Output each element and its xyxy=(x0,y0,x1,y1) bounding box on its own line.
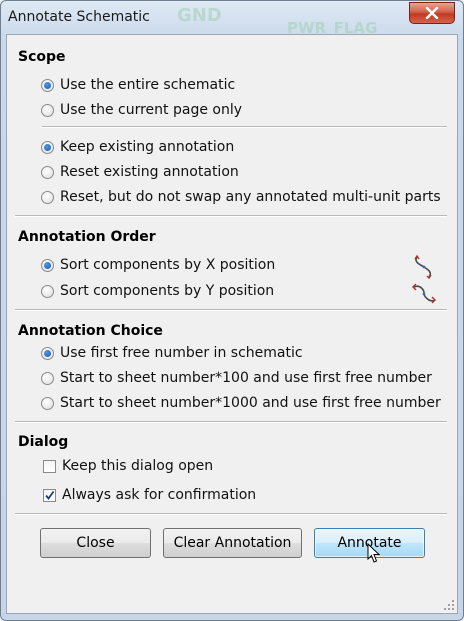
checkbox-unchecked-icon[interactable] xyxy=(43,459,56,473)
background-schematic-text: PWR_FLAG xyxy=(287,19,378,35)
sort-by-x-option[interactable]: Sort components by X position xyxy=(41,257,275,273)
separator xyxy=(15,309,447,311)
radio-unselected-icon[interactable] xyxy=(41,190,54,204)
radio-unselected-icon[interactable] xyxy=(41,103,54,117)
separator xyxy=(42,126,447,128)
radio-selected-icon[interactable] xyxy=(41,78,54,92)
dialog-body: Scope Use the entire schematic Use the c… xyxy=(6,34,458,614)
dialog-heading: Dialog xyxy=(18,434,69,450)
radio-selected-icon[interactable] xyxy=(41,258,54,272)
annotation-order-heading: Annotation Order xyxy=(18,229,156,245)
close-icon xyxy=(425,7,439,19)
option-label: Sort components by X position xyxy=(60,257,276,273)
scope-entire-schematic-option[interactable]: Use the entire schematic xyxy=(41,77,235,93)
resize-grip-icon[interactable] xyxy=(443,599,455,611)
sort-x-icon xyxy=(414,254,432,280)
annotation-choice-heading: Annotation Choice xyxy=(18,323,163,339)
option-label: Keep existing annotation xyxy=(60,139,235,155)
option-label: Sort components by Y position xyxy=(60,283,275,299)
option-label: Use first free number in schematic xyxy=(60,345,303,361)
separator xyxy=(15,513,447,515)
always-ask-confirmation-checkbox[interactable]: Always ask for confirmation xyxy=(43,487,256,503)
option-label: Reset, but do not swap any annotated mul… xyxy=(60,189,441,205)
window-close-button[interactable] xyxy=(409,2,455,24)
sheet-number-1000-option[interactable]: Start to sheet number*1000 and use first… xyxy=(41,395,441,411)
checkbox-label: Keep this dialog open xyxy=(62,458,214,474)
checkbox-label: Always ask for confirmation xyxy=(62,487,257,503)
option-label: Start to sheet number*100 and use first … xyxy=(60,370,432,386)
reset-no-swap-option[interactable]: Reset, but do not swap any annotated mul… xyxy=(41,189,441,205)
checkbox-checked-icon[interactable] xyxy=(43,488,56,502)
radio-unselected-icon[interactable] xyxy=(41,371,54,385)
scope-heading: Scope xyxy=(18,49,66,65)
separator xyxy=(15,215,447,217)
option-label: Use the entire schematic xyxy=(60,77,236,93)
annotate-dialog-window: GND PWR_FLAG Annotate Schematic Scope Us… xyxy=(0,0,464,621)
checkmark-icon xyxy=(45,490,55,500)
option-label: Reset existing annotation xyxy=(60,164,239,180)
clear-annotation-button[interactable]: Clear Annotation xyxy=(163,528,302,558)
background-schematic-text: GND xyxy=(177,5,222,26)
sort-by-y-option[interactable]: Sort components by Y position xyxy=(41,283,274,299)
scope-current-page-option[interactable]: Use the current page only xyxy=(41,102,242,118)
sheet-number-100-option[interactable]: Start to sheet number*100 and use first … xyxy=(41,370,432,386)
radio-unselected-icon[interactable] xyxy=(41,165,54,179)
radio-unselected-icon[interactable] xyxy=(41,284,54,298)
reset-existing-annotation-option[interactable]: Reset existing annotation xyxy=(41,164,239,180)
mouse-cursor-icon xyxy=(367,543,381,563)
first-free-number-option[interactable]: Use first free number in schematic xyxy=(41,345,303,361)
radio-unselected-icon[interactable] xyxy=(41,396,54,410)
radio-selected-icon[interactable] xyxy=(41,140,54,154)
window-title: Annotate Schematic xyxy=(8,9,150,25)
separator xyxy=(15,421,447,423)
close-button[interactable]: Close xyxy=(40,528,151,558)
radio-selected-icon[interactable] xyxy=(41,346,54,360)
option-label: Use the current page only xyxy=(60,102,243,118)
option-label: Start to sheet number*1000 and use first… xyxy=(60,395,441,411)
keep-dialog-open-checkbox[interactable]: Keep this dialog open xyxy=(43,458,213,474)
title-bar[interactable]: GND PWR_FLAG Annotate Schematic xyxy=(1,1,463,35)
keep-existing-annotation-option[interactable]: Keep existing annotation xyxy=(41,139,234,155)
sort-y-icon xyxy=(412,283,436,304)
